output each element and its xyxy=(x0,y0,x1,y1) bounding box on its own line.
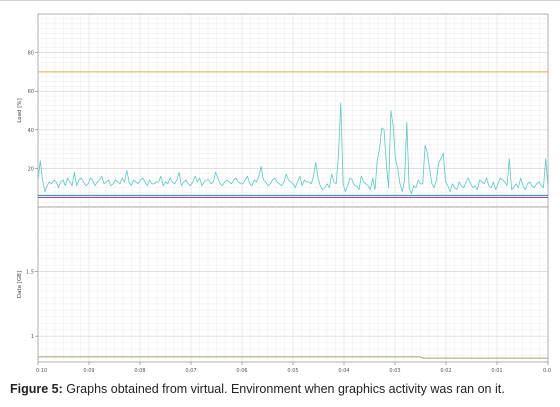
figure-label: Figure 5: xyxy=(10,382,63,396)
data-panel: 1 1.5Data [GB] xyxy=(17,206,549,363)
y-tick-label: 60 xyxy=(28,89,34,95)
x-tick-label: 0:02 xyxy=(440,368,451,374)
x-tick-label: 0:09 xyxy=(83,368,94,374)
y-tick-label: 80 xyxy=(28,51,34,57)
x-tick-label: 0:08 xyxy=(134,368,145,374)
load-y-axis-label: Load [%] xyxy=(17,98,23,122)
load-panel: 20 40 60 80 Load [%] xyxy=(17,13,549,208)
x-tick-label: 0:01 xyxy=(491,368,502,374)
x-tick-label: 0:03 xyxy=(389,368,400,374)
x-tick-label: 0:05 xyxy=(287,368,298,374)
x-tick-label: 0:06 xyxy=(236,368,247,374)
x-axis: 0:10 0:09 0:08 0:07 0:06 0:05 0:04 0:03 0:02 0:01… xyxy=(36,362,551,374)
x-tick-label: 0:0 xyxy=(543,368,551,374)
data-y-axis-label: Data [GB] xyxy=(17,271,23,298)
x-tick-label: 0:04 xyxy=(338,368,349,374)
y-tick-label: 20 xyxy=(28,166,34,172)
figure-caption-text: Graphs obtained from virtual. Environmen… xyxy=(66,382,505,396)
y-tick-label: 40 xyxy=(28,128,34,134)
figure-caption: Figure 5: Graphs obtained from virtual. … xyxy=(10,382,555,396)
performance-chart: 20406080Load [%] 11.5Data [GB] 0:10 0:09 0… xyxy=(17,13,551,374)
x-tick-label: 0:10 xyxy=(36,368,47,374)
x-tick-label: 0:07 xyxy=(185,368,196,374)
y-tick-label: 1 xyxy=(31,334,34,340)
y-tick-label: 1.5 xyxy=(26,270,34,276)
